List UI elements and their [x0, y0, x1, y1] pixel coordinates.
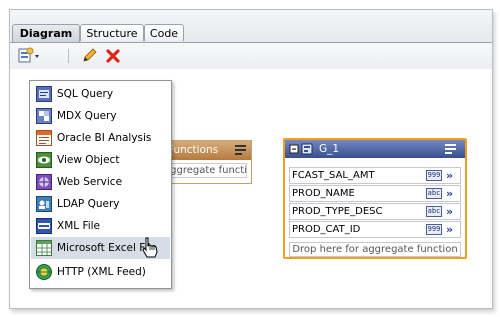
tab-strip: Diagram Structure Code: [10, 10, 492, 42]
sql-query-icon: [36, 86, 52, 102]
menu-item-label: XML File: [57, 220, 101, 232]
group-row[interactable]: PROD_CAT_ID 999 »: [289, 221, 461, 238]
data-type-badge: 999: [426, 224, 442, 235]
pencil-icon: [83, 48, 97, 62]
mdx-query-icon: [36, 108, 52, 124]
data-type-badge: abc: [426, 206, 442, 217]
group-box-title: G_1: [319, 143, 340, 155]
group-box-g1[interactable]: G_1 FCAST_SAL_AMT 999 » PROD_NAME abc » …: [283, 138, 467, 259]
group-icon: [301, 143, 313, 155]
new-data-set-button[interactable]: [17, 47, 39, 65]
toolbar: [10, 42, 492, 70]
column-name: PROD_NAME: [292, 188, 355, 199]
menu-item-label: Web Service: [57, 176, 123, 188]
edit-button[interactable]: [80, 47, 100, 65]
delete-button[interactable]: [104, 47, 124, 65]
menu-item-label: MDX Query: [57, 110, 117, 122]
group-header-icons: [289, 143, 313, 155]
tab-code[interactable]: Code: [144, 24, 184, 41]
excel-file-icon: [36, 240, 52, 256]
data-model-editor: Diagram Structure Code Functions aggrega…: [9, 9, 493, 309]
expand-chevron-icon[interactable]: »: [446, 186, 453, 201]
group-menu-icon[interactable]: [445, 144, 457, 154]
menu-item-label: View Object: [57, 154, 120, 166]
menu-item-label: HTTP (XML Feed): [57, 266, 146, 278]
toolbar-separator: [68, 49, 69, 63]
new-data-set-icon: [18, 47, 39, 63]
menu-item-label: Oracle BI Analysis: [57, 132, 152, 144]
view-object-icon: [36, 152, 52, 168]
tab-structure[interactable]: Structure: [80, 24, 144, 41]
group-box-header: G_1: [285, 140, 465, 158]
http-feed-icon: [36, 264, 52, 280]
xml-file-icon: [36, 218, 52, 234]
tab-diagram[interactable]: Diagram: [12, 24, 80, 42]
hand-cursor-icon: [142, 237, 158, 258]
menu-item-label: LDAP Query: [57, 198, 120, 210]
group-row[interactable]: PROD_NAME abc »: [289, 185, 461, 202]
column-name: FCAST_SAL_AMT: [292, 170, 375, 181]
column-name: PROD_TYPE_DESC: [292, 206, 383, 217]
functions-drop-zone[interactable]: aggregate function: [160, 163, 247, 178]
group-row[interactable]: PROD_TYPE_DESC abc »: [289, 203, 461, 220]
menu-item-oracle-bi-analysis[interactable]: Oracle BI Analysis: [31, 127, 170, 149]
ldap-query-icon: [36, 196, 52, 212]
data-type-badge: 999: [426, 170, 442, 181]
expand-chevron-icon[interactable]: »: [446, 204, 453, 219]
menu-item-label: SQL Query: [57, 88, 114, 100]
menu-item-http-xml-feed[interactable]: HTTP (XML Feed): [31, 261, 170, 283]
menu-item-view-object[interactable]: View Object: [31, 149, 170, 171]
web-service-icon: [36, 174, 52, 190]
menu-item-xml-file[interactable]: XML File: [31, 215, 170, 237]
oracle-bi-analysis-icon: [36, 130, 52, 146]
expand-chevron-icon[interactable]: »: [446, 222, 453, 237]
menu-item-mdx-query[interactable]: MDX Query: [31, 105, 170, 127]
expand-chevron-icon[interactable]: »: [446, 168, 453, 183]
menu-item-web-service[interactable]: Web Service: [31, 171, 170, 193]
delete-x-icon: [106, 49, 120, 63]
functions-menu-icon[interactable]: [235, 145, 247, 155]
group-row[interactable]: FCAST_SAL_AMT 999 »: [289, 167, 461, 184]
menu-item-ldap-query[interactable]: LDAP Query: [31, 193, 170, 215]
data-type-badge: abc: [426, 188, 442, 199]
aggregate-drop-zone[interactable]: Drop here for aggregate function: [289, 242, 461, 257]
functions-box-title: Functions: [168, 144, 219, 156]
column-name: PROD_CAT_ID: [292, 224, 361, 235]
menu-item-sql-query[interactable]: SQL Query: [31, 83, 170, 105]
